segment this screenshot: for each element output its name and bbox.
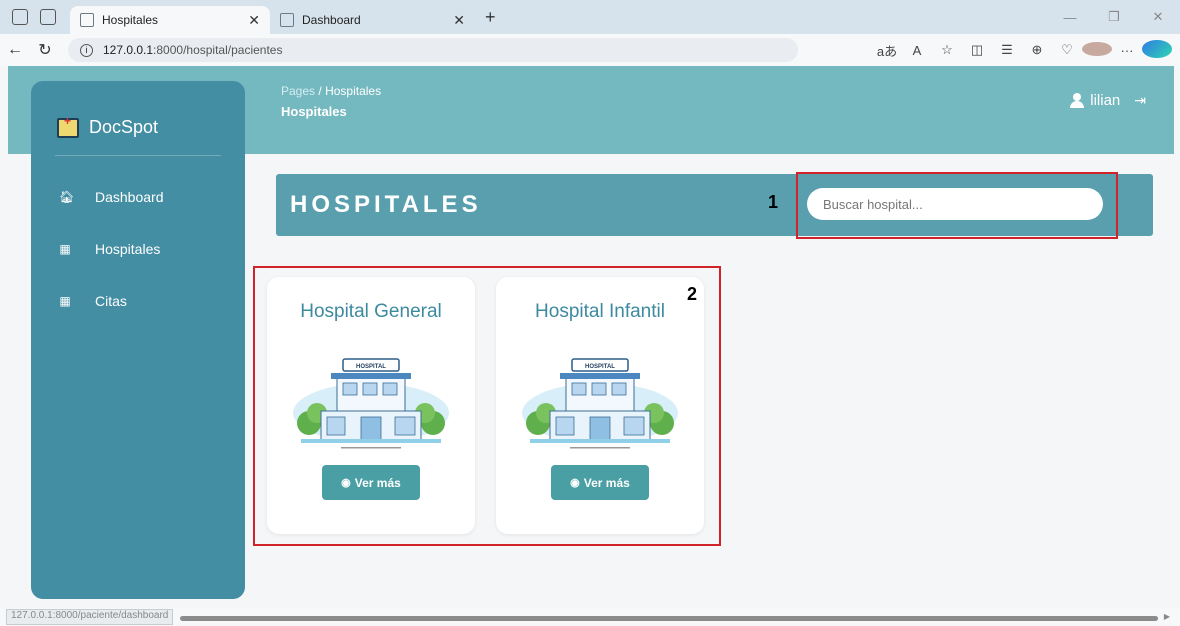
banner-title: HOSPITALES — [290, 191, 482, 218]
breadcrumb-root[interactable]: Pages — [281, 84, 315, 98]
favorites-list-icon[interactable]: ☰ — [992, 42, 1022, 58]
browser-statusbar: ▶ 127.0.0.1:8000/paciente/dashboard — [0, 608, 1180, 626]
sidebar-item-label: Hospitales — [95, 241, 161, 257]
new-tab-icon[interactable]: + — [485, 7, 496, 28]
split-screen-icon[interactable]: ◫ — [962, 42, 992, 58]
browser-addressbar: ← ↻ i 127.0.0.1:8000/hospital/pacientes … — [0, 34, 1180, 66]
restore-icon[interactable]: ❐ — [1092, 9, 1136, 25]
breadcrumb-current: Hospitales — [325, 84, 382, 98]
sidebar-item-hospitales[interactable]: ▦ Hospitales — [31, 223, 245, 275]
more-menu-icon[interactable]: ··· — [1112, 43, 1142, 58]
sidebar-nav: 🏠︎ Dashboard ▦ Hospitales ▦ Citas — [31, 171, 245, 327]
url-path: :8000/hospital/pacientes — [153, 43, 283, 57]
username[interactable]: lilian — [1090, 92, 1120, 109]
close-tab-icon[interactable]: ✕ — [248, 12, 260, 29]
browser-tabbar: Hospitales ✕ Dashboard ✕ + — ❐ ✕ — [0, 0, 1180, 34]
close-window-icon[interactable]: ✕ — [1136, 9, 1180, 25]
hospital-favicon-icon — [80, 13, 94, 27]
brand[interactable]: DocSpot — [31, 81, 245, 147]
breadcrumb-separator: / — [318, 84, 322, 98]
sidebar: DocSpot 🏠︎ Dashboard ▦ Hospitales ▦ Cita… — [31, 81, 245, 599]
sidebar-item-label: Dashboard — [95, 189, 164, 205]
building-icon: ▦ — [59, 294, 71, 308]
annotation-box-2 — [253, 266, 721, 546]
workspaces-icon[interactable] — [12, 9, 28, 25]
url-input[interactable]: i 127.0.0.1:8000/hospital/pacientes — [68, 38, 798, 62]
site-info-icon[interactable]: i — [80, 43, 93, 57]
horizontal-scrollbar[interactable] — [180, 616, 1158, 621]
collections-icon[interactable]: ⊕ — [1022, 42, 1052, 58]
user-icon — [1070, 93, 1085, 108]
page-viewport: DocSpot 🏠︎ Dashboard ▦ Hospitales ▦ Cita… — [8, 66, 1174, 616]
hospital-favicon-icon — [280, 13, 294, 27]
back-icon[interactable]: ← — [0, 41, 30, 59]
sidebar-item-dashboard[interactable]: 🏠︎ Dashboard — [31, 171, 245, 223]
building-icon: ▦ — [59, 242, 71, 256]
sidebar-item-label: Citas — [95, 293, 127, 309]
minimize-icon[interactable]: — — [1048, 10, 1092, 25]
refresh-icon[interactable]: ↻ — [30, 40, 60, 60]
sidebar-item-citas[interactable]: ▦ Citas — [31, 275, 245, 327]
close-tab-icon[interactable]: ✕ — [453, 12, 465, 29]
extensions-icon[interactable]: ♡ — [1052, 42, 1082, 58]
window-controls: — ❐ ✕ — [1048, 0, 1180, 34]
hospital-logo-icon — [57, 114, 79, 138]
annotation-marker-1: 1 — [768, 192, 779, 212]
immersive-reader-icon[interactable]: A — [902, 43, 932, 58]
annotation-box-1 — [796, 172, 1118, 239]
favorite-star-icon[interactable]: ☆ — [932, 42, 962, 58]
browser-tab-dashboard[interactable]: Dashboard ✕ — [270, 6, 475, 34]
browser-tab-hospitales[interactable]: Hospitales ✕ — [70, 6, 270, 34]
copilot-icon[interactable] — [1142, 39, 1172, 61]
status-url: 127.0.0.1:8000/paciente/dashboard — [6, 609, 174, 625]
url-host: 127.0.0.1 — [103, 43, 154, 57]
home-icon: 🏠︎ — [59, 190, 75, 204]
scroll-right-icon[interactable]: ▶ — [1164, 612, 1170, 621]
breadcrumb: Pages / Hospitales — [281, 84, 381, 98]
tab-title: Hospitales — [102, 13, 159, 27]
read-aloud-icon[interactable]: aあ — [872, 41, 902, 60]
browser-toolbar: aあ A ☆ ◫ ☰ ⊕ ♡ ··· — [872, 34, 1172, 66]
profile-icon[interactable] — [1082, 41, 1112, 59]
page-title: Hospitales — [281, 104, 347, 119]
tab-actions-icon[interactable] — [40, 9, 56, 25]
logout-icon[interactable]: ⇥ — [1134, 92, 1146, 109]
user-area: lilian ⇥ — [1070, 92, 1146, 109]
sidebar-divider — [55, 155, 221, 156]
tab-title: Dashboard — [302, 13, 361, 27]
brand-name: DocSpot — [89, 117, 159, 137]
